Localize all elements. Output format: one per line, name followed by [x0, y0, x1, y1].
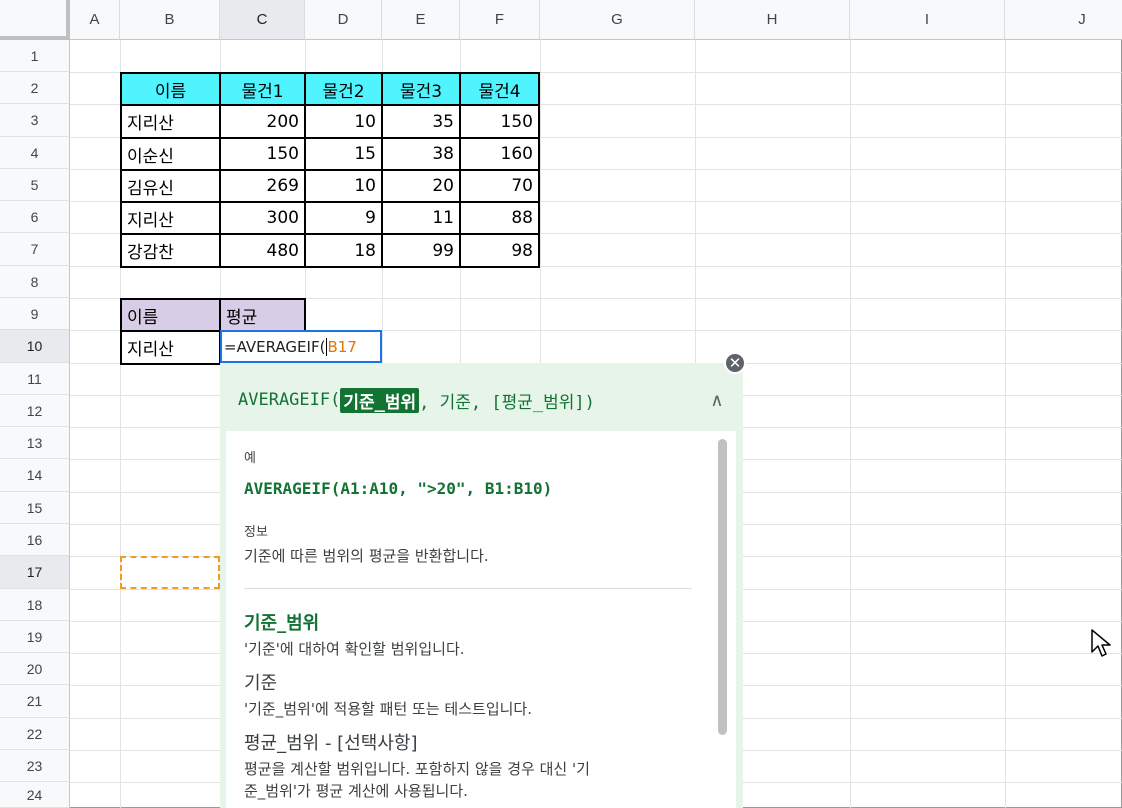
help-body: 예 AVERAGEIF(A1:A10, ">20", B1:B10) 정보 기준…	[226, 431, 736, 808]
table-cell[interactable]: 20	[381, 169, 461, 203]
table-cell[interactable]: 지리산	[120, 104, 221, 139]
row-header[interactable]: 3	[0, 104, 70, 137]
signature-function: AVERAGEIF(	[238, 390, 341, 410]
row-header[interactable]: 15	[0, 492, 70, 524]
arg-title: 기준_범위	[244, 613, 320, 634]
average-table-header[interactable]: 이름	[120, 298, 221, 332]
row-header[interactable]: 8	[0, 266, 70, 298]
row-header[interactable]: 13	[0, 427, 70, 459]
range-reference-highlight	[120, 556, 220, 589]
formula-range-ref: B17	[327, 337, 357, 356]
row-header[interactable]: 14	[0, 459, 70, 492]
info-label: 정보	[244, 525, 268, 540]
table-cell[interactable]: 98	[459, 233, 540, 268]
row-header[interactable]: 20	[0, 653, 70, 685]
table-cell[interactable]: 11	[381, 201, 461, 235]
table-header-cell[interactable]: 이름	[120, 72, 221, 106]
row-header[interactable]: 23	[0, 750, 70, 782]
table-cell[interactable]: 15	[304, 137, 383, 171]
arg-description: '기준'에 대하여 확인할 범위입니다.	[244, 640, 465, 658]
column-header-b[interactable]: B	[120, 0, 220, 40]
row-header[interactable]: 11	[0, 363, 70, 395]
table-cell[interactable]: 150	[219, 137, 306, 171]
table-cell[interactable]: 김유신	[120, 169, 221, 203]
close-icon[interactable]: ✕	[724, 352, 746, 374]
arg-description: '기준_범위'에 적용할 패턴 또는 테스트입니다.	[244, 700, 532, 718]
table-header-cell[interactable]: 물건1	[219, 72, 306, 106]
table-cell[interactable]: 지리산	[120, 201, 221, 235]
table-cell[interactable]: 9	[304, 201, 383, 235]
table-header-cell[interactable]: 물건4	[459, 72, 540, 106]
mouse-pointer-icon	[1091, 629, 1111, 657]
table-header-cell[interactable]: 물건2	[304, 72, 383, 106]
column-header-c[interactable]: C	[220, 0, 305, 40]
divider	[244, 588, 692, 589]
table-cell[interactable]: 88	[459, 201, 540, 235]
row-header[interactable]: 18	[0, 589, 70, 621]
table-cell[interactable]: 150	[459, 104, 540, 139]
table-cell[interactable]: 38	[381, 137, 461, 171]
table-cell[interactable]: 269	[219, 169, 306, 203]
signature-rest: , 기준, [평균_범위])	[419, 392, 595, 413]
average-table-name-cell[interactable]: 지리산	[120, 330, 221, 365]
info-text: 기준에 따른 범위의 평균을 반환합니다.	[244, 547, 489, 565]
arg-description: 평균을 계산할 범위입니다. 포함하지 않을 경우 대신 '기	[244, 760, 590, 778]
row-header[interactable]: 4	[0, 137, 70, 169]
column-header-f[interactable]: F	[460, 0, 540, 40]
table-cell[interactable]: 70	[459, 169, 540, 203]
formula-text: =AVERAGEIF(B17	[224, 331, 357, 362]
row-header[interactable]: 10	[0, 330, 70, 363]
table-cell[interactable]: 10	[304, 104, 383, 139]
row-header[interactable]: 12	[0, 395, 70, 427]
column-header-j[interactable]: J	[1005, 0, 1122, 40]
arg-title: 평균_범위 - [선택사항]	[244, 733, 418, 754]
row-header[interactable]: 2	[0, 72, 70, 104]
arg-title: 기준	[244, 673, 278, 694]
table-cell[interactable]: 160	[459, 137, 540, 171]
row-header[interactable]: 19	[0, 621, 70, 653]
table-cell[interactable]: 35	[381, 104, 461, 139]
function-signature: AVERAGEIF(기준_범위, 기준, [평균_범위])	[238, 383, 595, 417]
row-header[interactable]: 5	[0, 169, 70, 201]
table-cell[interactable]: 강감찬	[120, 233, 221, 268]
column-header-i[interactable]: I	[850, 0, 1005, 40]
table-cell[interactable]: 이순신	[120, 137, 221, 171]
row-header[interactable]: 7	[0, 233, 70, 266]
chevron-up-icon[interactable]: ∧	[706, 389, 728, 411]
row-header[interactable]: 22	[0, 718, 70, 750]
column-header-g[interactable]: G	[540, 0, 695, 40]
formula-prefix: =AVERAGEIF(	[224, 337, 326, 356]
table-cell[interactable]: 10	[304, 169, 383, 203]
column-header-d[interactable]: D	[305, 0, 382, 40]
table-cell[interactable]: 480	[219, 233, 306, 268]
arg-description-continued: 준_범위'가 평균 계산에 사용됩니다.	[244, 782, 468, 800]
formula-help-panel: AVERAGEIF(기준_범위, 기준, [평균_범위]) ∧ ✕ 예 AVER…	[220, 352, 746, 808]
average-table-header[interactable]: 평균	[219, 298, 306, 332]
row-header[interactable]: 1	[0, 40, 70, 72]
column-headers: A B C D E F G H I J	[0, 0, 1122, 40]
example-formula: AVERAGEIF(A1:A10, ">20", B1:B10)	[244, 479, 553, 498]
column-header-e[interactable]: E	[382, 0, 460, 40]
select-all-corner[interactable]	[0, 0, 70, 40]
table-header-cell[interactable]: 물건3	[381, 72, 461, 106]
row-header[interactable]: 17	[0, 556, 70, 589]
example-label: 예	[244, 451, 256, 466]
row-header[interactable]: 16	[0, 524, 70, 556]
signature-active-arg: 기준_범위	[340, 387, 420, 413]
table-cell[interactable]: 200	[219, 104, 306, 139]
column-header-h[interactable]: H	[695, 0, 850, 40]
column-header-a[interactable]: A	[70, 0, 120, 40]
row-header[interactable]: 6	[0, 201, 70, 233]
row-header[interactable]: 24	[0, 782, 70, 808]
row-header[interactable]: 9	[0, 298, 70, 330]
table-cell[interactable]: 99	[381, 233, 461, 268]
row-header[interactable]: 21	[0, 685, 70, 718]
table-cell[interactable]: 18	[304, 233, 383, 268]
scrollbar[interactable]	[718, 439, 727, 735]
table-cell[interactable]: 300	[219, 201, 306, 235]
